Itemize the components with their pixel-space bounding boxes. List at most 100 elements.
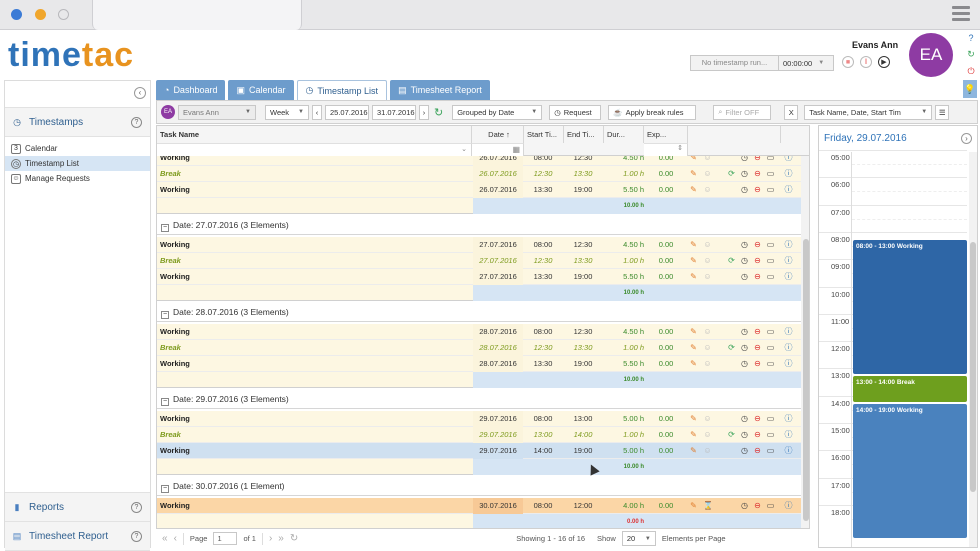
- prev-page-icon[interactable]: ‹: [174, 533, 177, 544]
- minus-circle-icon[interactable]: ⊖: [753, 446, 762, 455]
- power-icon[interactable]: ⏻: [965, 65, 977, 77]
- user-icon[interactable]: ☺: [703, 446, 712, 455]
- calendar-event-break[interactable]: 13:00 - 14:00 Break: [853, 376, 967, 402]
- edit-icon[interactable]: ✎: [689, 156, 698, 162]
- grouping-select[interactable]: Grouped by Date ▼: [452, 104, 543, 120]
- user-icon[interactable]: ☺: [703, 156, 712, 162]
- user-icon[interactable]: ☺: [703, 256, 712, 265]
- user-select[interactable]: Evans Ann ▼: [178, 104, 256, 120]
- info-icon[interactable]: ⓘ: [784, 240, 793, 249]
- calendar-hour-row[interactable]: 06:00: [819, 177, 967, 204]
- minus-circle-icon[interactable]: ⊖: [753, 185, 762, 194]
- monitor-icon[interactable]: ▭: [766, 327, 775, 336]
- calendar-scrollbar[interactable]: [969, 152, 977, 547]
- minus-circle-icon[interactable]: ⊖: [753, 359, 762, 368]
- minus-circle-icon[interactable]: ⊖: [753, 343, 762, 352]
- column-header-expense[interactable]: Exp...: [644, 126, 688, 143]
- minus-circle-icon[interactable]: ⊖: [753, 327, 762, 336]
- first-page-icon[interactable]: «: [162, 533, 168, 544]
- clock-icon[interactable]: ◷: [740, 501, 749, 510]
- sync-icon[interactable]: ⟳: [727, 256, 736, 265]
- clock-icon[interactable]: ◷: [740, 430, 749, 439]
- monitor-icon[interactable]: ▭: [766, 256, 775, 265]
- user-icon[interactable]: ☺: [703, 169, 712, 178]
- clock-icon[interactable]: ◷: [740, 343, 749, 352]
- info-icon[interactable]: ⓘ: [784, 446, 793, 455]
- info-icon[interactable]: ⓘ: [784, 185, 793, 194]
- user-icon[interactable]: ☺: [703, 359, 712, 368]
- calendar-event-work[interactable]: 14:00 - 19:00 Working: [853, 403, 967, 539]
- timestamp-timer[interactable]: No timestamp run... 00:00:00 ▼: [690, 55, 834, 71]
- date-from-field[interactable]: 25.07.2016: [325, 104, 369, 120]
- column-header-end[interactable]: End Ti...: [564, 126, 604, 143]
- clock-icon[interactable]: ◷: [740, 359, 749, 368]
- minus-circle-icon[interactable]: ⊖: [753, 414, 762, 423]
- minus-circle-icon[interactable]: ⊖: [753, 430, 762, 439]
- page-input[interactable]: 1: [213, 532, 238, 545]
- tab-timesheet-report[interactable]: ▤ Timesheet Report: [390, 80, 490, 100]
- window-close-dot[interactable]: [11, 9, 22, 20]
- play-icon[interactable]: ▶: [878, 56, 890, 68]
- monitor-icon[interactable]: ▭: [766, 343, 775, 352]
- prev-period-button[interactable]: ‹: [312, 104, 322, 120]
- edit-icon[interactable]: ✎: [689, 240, 698, 249]
- expense-filter[interactable]: ⇕: [644, 143, 688, 156]
- request-button[interactable]: ◷ Request: [549, 104, 602, 120]
- minus-circle-icon[interactable]: ⊖: [753, 169, 762, 178]
- grid-scrollbar[interactable]: [801, 156, 809, 528]
- group-header[interactable]: − Date: 30.07.2016 (1 Element): [157, 476, 801, 496]
- column-header-date[interactable]: Date ↑: [472, 126, 524, 143]
- table-row[interactable]: Working 29.07.2016 08:00 13:00 5.00 h 0.00 ✎ ☺ ◷…: [157, 411, 801, 427]
- window-minimize-dot[interactable]: [35, 9, 46, 20]
- monitor-icon[interactable]: ▭: [766, 446, 775, 455]
- sync-icon[interactable]: ⟳: [727, 343, 736, 352]
- clock-icon[interactable]: ◷: [740, 446, 749, 455]
- per-page-select[interactable]: 20 ▼: [621, 531, 656, 546]
- collapse-group-icon[interactable]: −: [161, 398, 169, 406]
- minus-circle-icon[interactable]: ⊖: [753, 240, 762, 249]
- help-icon[interactable]: ?: [965, 32, 977, 44]
- info-icon[interactable]: ⓘ: [784, 430, 793, 439]
- period-select[interactable]: Week ▼: [265, 104, 309, 120]
- minus-circle-icon[interactable]: ⊖: [753, 156, 762, 162]
- tab-dashboard[interactable]: ◔ Dashboard: [156, 80, 226, 100]
- table-row[interactable]: Break 29.07.2016 13:00 14:00 1.00 h 0.00 ✎ ☺ ⟳ ◷ ⊖…: [157, 427, 801, 443]
- monitor-icon[interactable]: ▭: [766, 430, 775, 439]
- table-row[interactable]: Working 28.07.2016 08:00 12:30 4.50 h 0.00 ✎ ☺ ◷…: [157, 324, 801, 340]
- edit-icon[interactable]: ✎: [689, 272, 698, 281]
- user-icon[interactable]: ☺: [703, 272, 712, 281]
- calendar-hour-row[interactable]: 05:00: [819, 150, 967, 177]
- refresh-icon[interactable]: ↻: [290, 533, 298, 544]
- monitor-icon[interactable]: ▭: [766, 169, 775, 178]
- chevron-down-icon[interactable]: ▼: [818, 60, 824, 66]
- edit-icon[interactable]: ✎: [689, 414, 698, 423]
- sync-icon[interactable]: ⟳: [727, 430, 736, 439]
- table-row[interactable]: Working 26.07.2016 13:30 19:00 5.50 h 0.00 ✎ ☺ ◷…: [157, 182, 801, 198]
- edit-icon[interactable]: ✎: [689, 327, 698, 336]
- table-row[interactable]: Break 28.07.2016 12:30 13:30 1.00 h 0.00 ✎ ☺ ⟳ ◷ ⊖…: [157, 340, 801, 356]
- next-period-button[interactable]: ›: [419, 104, 429, 120]
- user-icon[interactable]: ☺: [703, 343, 712, 352]
- clock-icon[interactable]: ◷: [740, 156, 749, 162]
- info-icon[interactable]: ⓘ: [784, 359, 793, 368]
- edit-icon[interactable]: ✎: [689, 343, 698, 352]
- clock-icon[interactable]: ◷: [740, 185, 749, 194]
- clock-icon[interactable]: ◷: [740, 169, 749, 178]
- help-icon[interactable]: ?: [131, 117, 142, 128]
- edit-icon[interactable]: ✎: [689, 256, 698, 265]
- user-icon[interactable]: ☺: [703, 240, 712, 249]
- table-row[interactable]: Working 29.07.2016 14:00 19:00 5.00 h 0.00 ✎ ☺ ◷…: [157, 443, 801, 459]
- refresh-icon[interactable]: ↻: [434, 106, 443, 119]
- sort-select[interactable]: Task Name, Date, Start Tim ▼: [804, 104, 933, 120]
- info-icon[interactable]: ⓘ: [784, 272, 793, 281]
- info-icon[interactable]: ⓘ: [784, 343, 793, 352]
- last-page-icon[interactable]: »: [278, 533, 284, 544]
- minus-circle-icon[interactable]: ⊖: [753, 256, 762, 265]
- monitor-icon[interactable]: ▭: [766, 359, 775, 368]
- collapse-group-icon[interactable]: −: [161, 485, 169, 493]
- table-row[interactable]: Break 26.07.2016 12:30 13:30 1.00 h 0.00 ✎ ☺ ⟳ ◷ ⊖…: [157, 166, 801, 182]
- sidebar-item-manage-requests[interactable]: ☺ Manage Requests: [5, 171, 150, 186]
- user-icon[interactable]: ☺: [703, 414, 712, 423]
- table-row[interactable]: Working 26.07.2016 08:00 12:30 4.50 h 0.00 ✎ ☺ ◷…: [157, 156, 801, 166]
- info-icon[interactable]: ⓘ: [784, 256, 793, 265]
